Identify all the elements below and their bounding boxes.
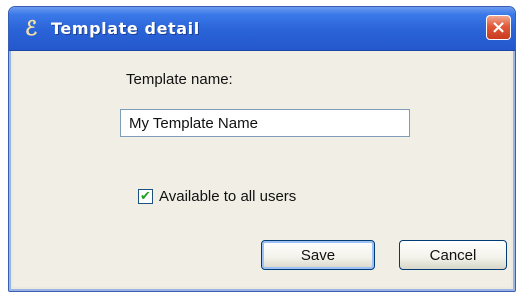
template-detail-dialog: ℰ Template detail × Template name: ✔ Ava… [8, 6, 516, 292]
available-to-all-users-label[interactable]: Available to all users [159, 188, 296, 205]
template-name-label: Template name: [126, 71, 233, 88]
template-name-input[interactable] [120, 109, 410, 137]
close-button[interactable]: × [486, 15, 511, 40]
app-icon: ℰ [25, 16, 38, 40]
dialog-body: Template name: ✔ Available to all users … [13, 51, 511, 287]
cancel-button[interactable]: Cancel [399, 240, 507, 270]
save-button[interactable]: Save [261, 240, 375, 270]
available-to-all-users-checkbox[interactable]: ✔ [138, 189, 153, 204]
check-mark-icon: ✔ [140, 189, 151, 204]
close-icon: × [490, 17, 507, 38]
dialog-title: Template detail [51, 19, 200, 38]
available-to-all-users-row[interactable]: ✔ Available to all users [138, 188, 296, 205]
title-bar[interactable]: ℰ Template detail × [9, 7, 515, 51]
